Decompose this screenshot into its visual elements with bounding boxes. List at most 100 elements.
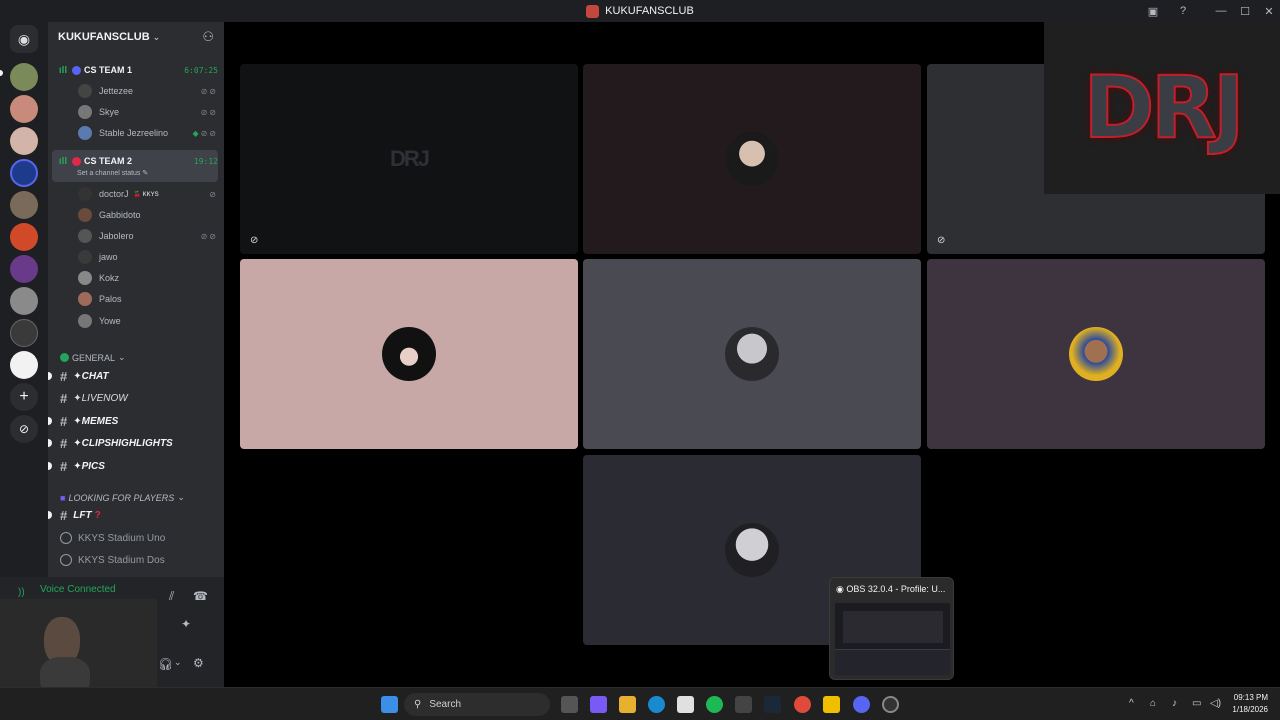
server-icon[interactable] [10, 287, 38, 315]
video-tile[interactable]: DRJ ⊘ [240, 64, 578, 254]
unity-icon[interactable] [735, 696, 752, 713]
edge-icon[interactable] [648, 696, 665, 713]
chrome-icon[interactable] [794, 696, 811, 713]
category-general[interactable]: GENERAL ⌄ [60, 352, 126, 363]
maximize-button[interactable]: ☐ [1232, 0, 1258, 22]
server-icon[interactable] [10, 127, 38, 155]
window-title: KUKUFANSCLUB [586, 4, 694, 18]
voice-member[interactable]: jawo [78, 247, 218, 267]
voice-member[interactable]: Palos [78, 289, 218, 309]
voice-member[interactable]: Stable Jezreelino ◆⊘⊘ [78, 123, 218, 143]
taskbar-clock[interactable]: 09:13 PM 1/18/2026 [1232, 692, 1268, 716]
tile-logo-text: DRJ [389, 146, 430, 171]
copilot-icon[interactable] [590, 696, 607, 713]
avatar [382, 327, 436, 381]
chevron-up-icon[interactable]: ^ [1129, 698, 1134, 709]
volume-icon[interactable]: ◁) [1210, 698, 1221, 709]
avatar [78, 84, 92, 98]
server-icon[interactable] [10, 191, 38, 219]
file-explorer-icon[interactable] [619, 696, 636, 713]
windows-start-icon[interactable] [381, 696, 398, 713]
store-icon[interactable] [677, 696, 694, 713]
minimize-button[interactable]: — [1208, 0, 1234, 22]
inbox-icon[interactable]: ▣ [1140, 0, 1166, 22]
controller-icon: ■ [60, 492, 66, 503]
voice-member[interactable]: Skye ⊘⊘ [78, 102, 218, 122]
member-name: Jettezee [99, 86, 134, 96]
text-channel-lft[interactable]: # LFT? [48, 505, 224, 525]
network-icon[interactable]: ⌂ [1150, 698, 1156, 709]
server-header[interactable]: KUKUFANSCLUB ⌄ ⚇ [48, 22, 224, 52]
obs-taskbar-preview[interactable]: ◉ OBS 32.0.4 - Profile: U... [829, 577, 954, 680]
server-icon [586, 4, 600, 18]
server-icon[interactable] [10, 255, 38, 283]
category-label: GENERAL [72, 352, 116, 363]
channel-status-text: Set a channel status [77, 170, 141, 177]
avatar [78, 292, 92, 306]
voice-member[interactable]: doctorJ 🍒 KKYS ⊘ [78, 184, 218, 204]
unread-indicator [48, 511, 52, 519]
help-icon[interactable]: ? [1170, 0, 1196, 22]
clock-date: 1/18/2026 [1232, 705, 1268, 714]
text-channel[interactable]: # ✦CHAT [48, 366, 224, 386]
server-icon[interactable] [10, 319, 38, 347]
add-server-icon[interactable]: + [10, 383, 38, 411]
avatar [78, 250, 92, 264]
voice-connected-status[interactable]: Voice Connected [40, 584, 116, 595]
settings-gear-icon[interactable]: ⚙ [193, 656, 204, 670]
text-channel[interactable]: # ✦CLIPSHIGHLIGHTS [48, 433, 224, 453]
unread-indicator [48, 417, 52, 425]
avatar [78, 105, 92, 119]
text-channel[interactable]: # ✦MEMES [48, 411, 224, 431]
noise-suppression-icon[interactable]: ⫽ [169, 589, 174, 604]
video-tile[interactable] [583, 64, 921, 254]
video-tile[interactable] [927, 259, 1265, 449]
stage-channel[interactable]: KKYS Stadium Uno [60, 528, 165, 548]
video-tile[interactable] [240, 259, 578, 449]
chevron-down-icon[interactable]: ⌄ [174, 657, 182, 668]
webcam-overlay [0, 599, 157, 687]
obs-icon[interactable] [882, 696, 899, 713]
server-icon[interactable] [10, 351, 38, 379]
unread-indicator [48, 462, 52, 470]
windows-taskbar: ⚲ Search ^ ⌂ ♪ ▭ ◁) 09:13 PM 1/18/2026 [0, 687, 1280, 720]
voice-member[interactable]: Gabbidoto [78, 205, 218, 225]
text-channel[interactable]: # ✦PICS [48, 456, 224, 476]
disconnect-icon[interactable]: ☎ [193, 589, 208, 603]
server-icon-active[interactable] [10, 159, 38, 187]
voice-member[interactable]: Jabolero ⊘⊘ [78, 226, 218, 246]
chevron-down-icon: ⌄ [177, 492, 185, 502]
invite-icon[interactable]: ⚇ [202, 29, 214, 45]
discord-icon[interactable] [853, 696, 870, 713]
server-icon[interactable] [10, 95, 38, 123]
voice-member[interactable]: Yowe [78, 311, 218, 331]
steam-icon[interactable] [764, 696, 781, 713]
discover-icon[interactable]: ⊘ [10, 415, 38, 443]
avatar [78, 208, 92, 222]
soundboard-icon[interactable]: ✦ [181, 617, 191, 631]
signal-icon: )) [18, 587, 25, 598]
voice-channel-cs-team-2[interactable]: ıII CS TEAM 2 19:12 [54, 151, 218, 171]
microphone-icon[interactable]: ♪ [1172, 698, 1177, 709]
hash-icon: # [60, 390, 68, 406]
taskbar-search[interactable]: ⚲ Search [404, 693, 550, 716]
text-channel[interactable]: # ✦LIVENOW [48, 388, 224, 408]
stage-channel[interactable]: KKYS Stadium Dos [60, 550, 165, 570]
category-looking-for-players[interactable]: ■ LOOKING FOR PLAYERS ⌄ [60, 492, 185, 503]
spotify-icon[interactable] [706, 696, 723, 713]
voice-channel-cs-team-1[interactable]: ıII CS TEAM 1 6:07:25 [54, 60, 218, 80]
task-view-icon[interactable] [561, 696, 578, 713]
sticky-notes-icon[interactable] [823, 696, 840, 713]
close-button[interactable]: ✕ [1256, 0, 1280, 22]
video-tile[interactable] [583, 259, 921, 449]
display-icon[interactable]: ▭ [1192, 698, 1201, 709]
server-icon[interactable] [10, 223, 38, 251]
hash-icon: # [60, 413, 68, 429]
channel-status[interactable]: Set a channel status ✎ [77, 169, 148, 177]
discord-home-icon[interactable]: ◉ [10, 25, 38, 53]
voice-member[interactable]: Jettezee ⊘⊘ [78, 81, 218, 101]
window-title-text: KUKUFANSCLUB [605, 5, 694, 17]
server-icon[interactable] [10, 63, 38, 91]
voice-member[interactable]: Kokz [78, 268, 218, 288]
headphones-icon[interactable]: 🎧︎ [158, 657, 173, 671]
